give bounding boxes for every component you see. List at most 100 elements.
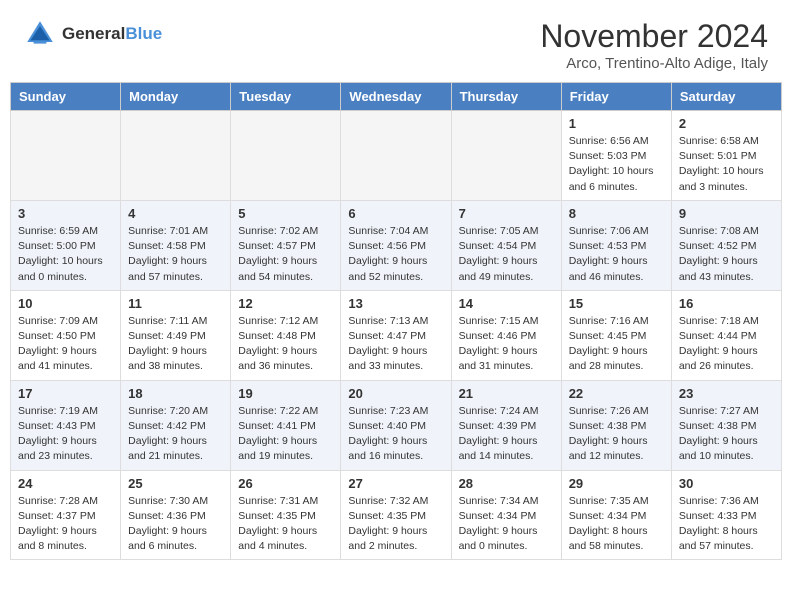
day-number: 1 [569, 116, 664, 131]
day-info: Sunrise: 7:23 AMSunset: 4:40 PMDaylight:… [348, 404, 443, 465]
day-number: 18 [128, 386, 223, 401]
calendar-cell: 7 Sunrise: 7:05 AMSunset: 4:54 PMDaylight… [451, 200, 561, 290]
day-number: 2 [679, 116, 774, 131]
calendar-cell: 16 Sunrise: 7:18 AMSunset: 4:44 PMDayligh… [671, 290, 781, 380]
calendar-cell: 11 Sunrise: 7:11 AMSunset: 4:49 PMDayligh… [121, 290, 231, 380]
calendar-cell: 10 Sunrise: 7:09 AMSunset: 4:50 PMDayligh… [11, 290, 121, 380]
calendar-cell: 27 Sunrise: 7:32 AMSunset: 4:35 PMDayligh… [341, 470, 451, 560]
calendar-cell: 30Sunrise: 7:36 AMSunset: 4:33 PMDayligh… [671, 470, 781, 560]
day-number: 15 [569, 296, 664, 311]
calendar-cell [451, 111, 561, 201]
logo-text: GeneralBlue [62, 24, 162, 44]
calendar-week-3: 10 Sunrise: 7:09 AMSunset: 4:50 PMDayligh… [11, 290, 782, 380]
calendar-cell: 14 Sunrise: 7:15 AMSunset: 4:46 PMDayligh… [451, 290, 561, 380]
col-friday: Friday [561, 83, 671, 111]
day-info: Sunrise: 7:06 AMSunset: 4:53 PMDaylight:… [569, 224, 664, 285]
day-number: 28 [459, 476, 554, 491]
calendar-cell: 1 Sunrise: 6:56 AMSunset: 5:03 PMDaylight… [561, 111, 671, 201]
calendar-cell [11, 111, 121, 201]
col-sunday: Sunday [11, 83, 121, 111]
calendar-cell: 2 Sunrise: 6:58 AMSunset: 5:01 PMDaylight… [671, 111, 781, 201]
calendar-week-2: 3Sunrise: 6:59 AMSunset: 5:00 PMDaylight… [11, 200, 782, 290]
day-number: 29 [569, 476, 664, 491]
day-info: Sunrise: 7:24 AMSunset: 4:39 PMDaylight:… [459, 404, 554, 465]
calendar-cell: 15 Sunrise: 7:16 AMSunset: 4:45 PMDayligh… [561, 290, 671, 380]
day-number: 7 [459, 206, 554, 221]
calendar-week-5: 24 Sunrise: 7:28 AMSunset: 4:37 PMDayligh… [11, 470, 782, 560]
col-saturday: Saturday [671, 83, 781, 111]
calendar-cell: 25Sunrise: 7:30 AMSunset: 4:36 PMDayligh… [121, 470, 231, 560]
day-info: Sunrise: 7:22 AMSunset: 4:41 PMDaylight:… [238, 404, 333, 465]
calendar-cell: 23 Sunrise: 7:27 AMSunset: 4:38 PMDayligh… [671, 380, 781, 470]
day-number: 8 [569, 206, 664, 221]
day-info: Sunrise: 7:01 AMSunset: 4:58 PMDaylight:… [128, 224, 223, 285]
day-info: Sunrise: 7:35 AMSunset: 4:34 PMDaylight:… [569, 494, 664, 555]
day-info: Sunrise: 7:12 AMSunset: 4:48 PMDaylight:… [238, 314, 333, 375]
day-info: Sunrise: 7:04 AMSunset: 4:56 PMDaylight:… [348, 224, 443, 285]
day-number: 27 [348, 476, 443, 491]
day-info: Sunrise: 7:02 AMSunset: 4:57 PMDaylight:… [238, 224, 333, 285]
location: Arco, Trentino-Alto Adige, Italy [540, 55, 768, 72]
calendar-cell [341, 111, 451, 201]
day-number: 24 [18, 476, 113, 491]
day-number: 14 [459, 296, 554, 311]
col-wednesday: Wednesday [341, 83, 451, 111]
calendar-cell: 29 Sunrise: 7:35 AMSunset: 4:34 PMDayligh… [561, 470, 671, 560]
day-number: 20 [348, 386, 443, 401]
calendar-cell: 17Sunrise: 7:19 AMSunset: 4:43 PMDayligh… [11, 380, 121, 470]
day-number: 9 [679, 206, 774, 221]
day-number: 26 [238, 476, 333, 491]
day-info: Sunrise: 7:28 AMSunset: 4:37 PMDaylight:… [18, 494, 113, 555]
calendar-week-4: 17Sunrise: 7:19 AMSunset: 4:43 PMDayligh… [11, 380, 782, 470]
day-number: 30 [679, 476, 774, 491]
calendar-container: Sunday Monday Tuesday Wednesday Thursday… [0, 82, 792, 570]
day-info: Sunrise: 7:18 AMSunset: 4:44 PMDaylight:… [679, 314, 774, 375]
day-info: Sunrise: 7:34 AMSunset: 4:34 PMDaylight:… [459, 494, 554, 555]
calendar-table: Sunday Monday Tuesday Wednesday Thursday… [10, 82, 782, 560]
day-number: 17 [18, 386, 113, 401]
calendar-cell: 12 Sunrise: 7:12 AMSunset: 4:48 PMDayligh… [231, 290, 341, 380]
calendar-cell: 4 Sunrise: 7:01 AMSunset: 4:58 PMDaylight… [121, 200, 231, 290]
day-number: 5 [238, 206, 333, 221]
col-thursday: Thursday [451, 83, 561, 111]
day-info: Sunrise: 7:16 AMSunset: 4:45 PMDaylight:… [569, 314, 664, 375]
day-number: 11 [128, 296, 223, 311]
day-info: Sunrise: 7:13 AMSunset: 4:47 PMDaylight:… [348, 314, 443, 375]
day-number: 10 [18, 296, 113, 311]
day-info: Sunrise: 7:32 AMSunset: 4:35 PMDaylight:… [348, 494, 443, 555]
day-number: 16 [679, 296, 774, 311]
day-info: Sunrise: 6:59 AMSunset: 5:00 PMDaylight:… [18, 224, 113, 285]
calendar-cell: 21 Sunrise: 7:24 AMSunset: 4:39 PMDayligh… [451, 380, 561, 470]
day-info: Sunrise: 6:58 AMSunset: 5:01 PMDaylight:… [679, 134, 774, 195]
day-info: Sunrise: 7:31 AMSunset: 4:35 PMDaylight:… [238, 494, 333, 555]
col-tuesday: Tuesday [231, 83, 341, 111]
day-number: 4 [128, 206, 223, 221]
day-number: 21 [459, 386, 554, 401]
day-info: Sunrise: 6:56 AMSunset: 5:03 PMDaylight:… [569, 134, 664, 195]
day-info: Sunrise: 7:20 AMSunset: 4:42 PMDaylight:… [128, 404, 223, 465]
day-number: 22 [569, 386, 664, 401]
calendar-cell: 8 Sunrise: 7:06 AMSunset: 4:53 PMDaylight… [561, 200, 671, 290]
day-info: Sunrise: 7:11 AMSunset: 4:49 PMDaylight:… [128, 314, 223, 375]
day-info: Sunrise: 7:09 AMSunset: 4:50 PMDaylight:… [18, 314, 113, 375]
title-block: November 2024 Arco, Trentino-Alto Adige,… [540, 18, 768, 72]
calendar-cell: 5 Sunrise: 7:02 AMSunset: 4:57 PMDaylight… [231, 200, 341, 290]
day-info: Sunrise: 7:05 AMSunset: 4:54 PMDaylight:… [459, 224, 554, 285]
month-title: November 2024 [540, 18, 768, 55]
logo-icon [24, 18, 56, 50]
calendar-cell: 19Sunrise: 7:22 AMSunset: 4:41 PMDayligh… [231, 380, 341, 470]
calendar-cell: 9Sunrise: 7:08 AMSunset: 4:52 PMDaylight… [671, 200, 781, 290]
day-info: Sunrise: 7:15 AMSunset: 4:46 PMDaylight:… [459, 314, 554, 375]
day-number: 23 [679, 386, 774, 401]
day-info: Sunrise: 7:26 AMSunset: 4:38 PMDaylight:… [569, 404, 664, 465]
header: GeneralBlue November 2024 Arco, Trentino… [0, 0, 792, 82]
day-number: 12 [238, 296, 333, 311]
calendar-cell: 6Sunrise: 7:04 AMSunset: 4:56 PMDaylight… [341, 200, 451, 290]
logo: GeneralBlue [24, 18, 162, 50]
day-info: Sunrise: 7:30 AMSunset: 4:36 PMDaylight:… [128, 494, 223, 555]
calendar-cell [231, 111, 341, 201]
calendar-cell: 22 Sunrise: 7:26 AMSunset: 4:38 PMDayligh… [561, 380, 671, 470]
day-info: Sunrise: 7:27 AMSunset: 4:38 PMDaylight:… [679, 404, 774, 465]
calendar-cell: 13Sunrise: 7:13 AMSunset: 4:47 PMDayligh… [341, 290, 451, 380]
calendar-cell: 20 Sunrise: 7:23 AMSunset: 4:40 PMDayligh… [341, 380, 451, 470]
